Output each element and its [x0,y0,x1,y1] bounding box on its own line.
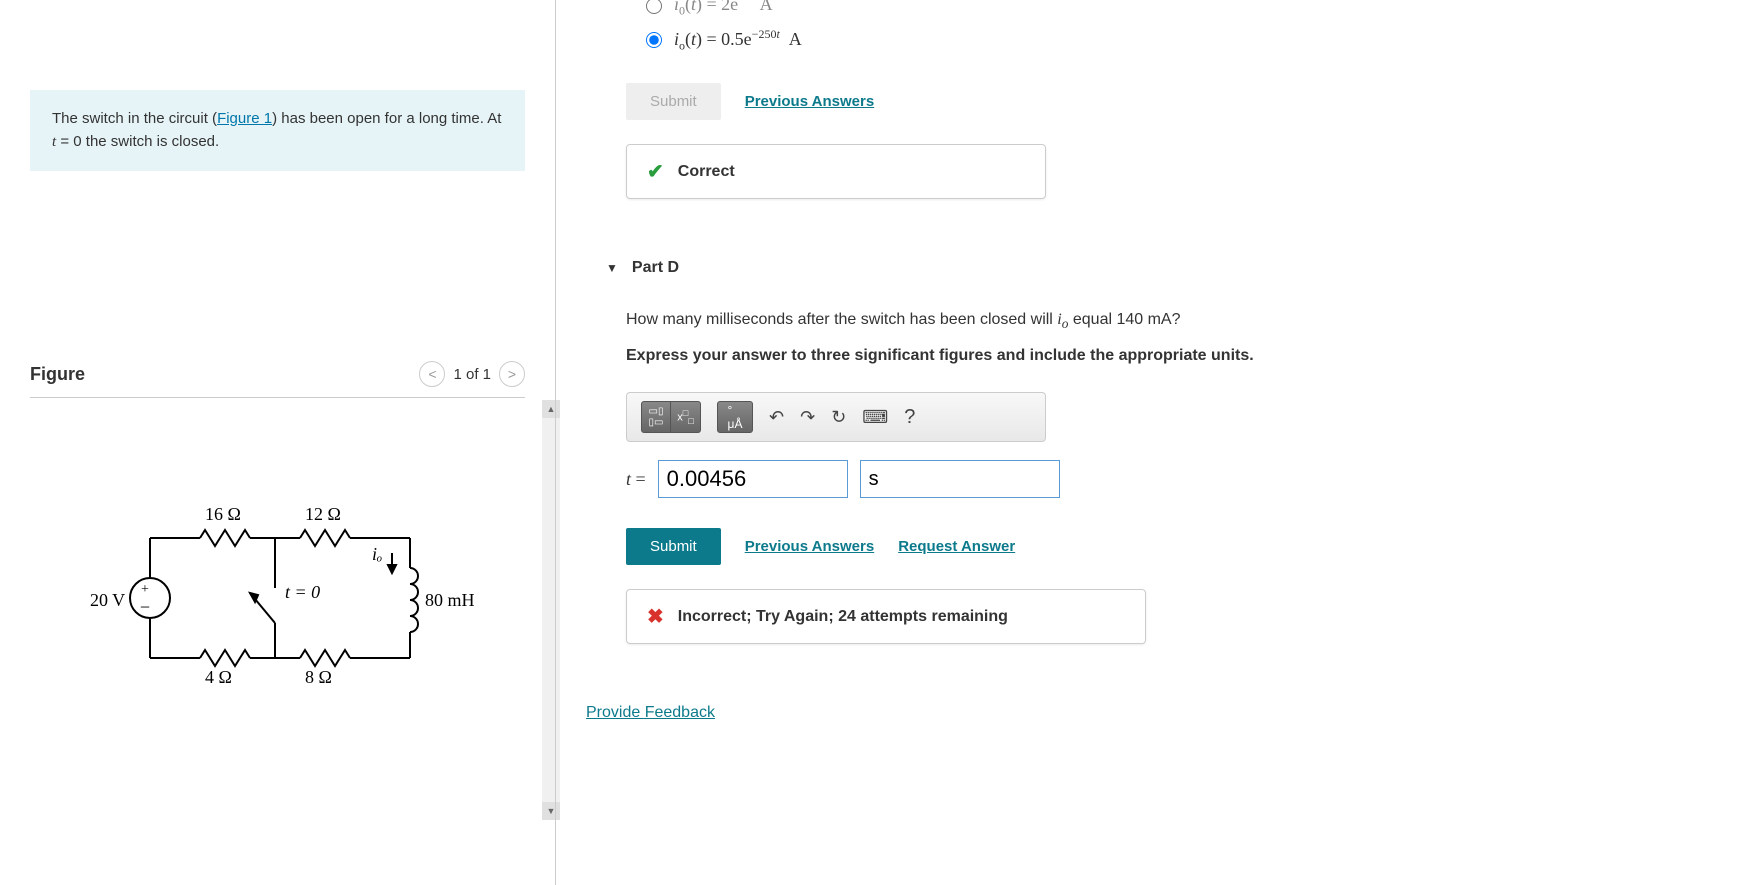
provide-feedback-link[interactable]: Provide Feedback [586,704,715,722]
submit-button-disabled: Submit [626,83,721,120]
figure-next-button[interactable]: > [499,361,525,387]
undo-icon[interactable]: ↶ [769,407,784,428]
figure-prev-button[interactable]: < [419,361,445,387]
part-d-header[interactable]: ▼ Part D [606,259,1732,277]
part-d-title: Part D [632,259,679,277]
collapse-icon: ▼ [606,261,618,275]
problem-text-1: The switch in the circuit ( [52,110,217,127]
option-truncated-radio[interactable] [646,0,662,14]
svg-text:20 V: 20 V [90,590,125,610]
reset-icon[interactable]: ↻ [831,407,846,428]
x-icon: ✖ [647,604,664,629]
correct-feedback: ✔ Correct [626,144,1046,199]
previous-answers-link-d[interactable]: Previous Answers [745,538,875,555]
incorrect-text: Incorrect; Try Again; 24 attempts remain… [678,608,1008,626]
part-d-instruction: Express your answer to three significant… [626,343,1732,369]
svg-text:t = 0: t = 0 [285,582,320,602]
option-truncated-label: i0(t) = 2e A [674,0,773,19]
script-button[interactable]: x□□ [671,401,701,433]
request-answer-link[interactable]: Request Answer [898,538,1015,555]
svg-text:16 Ω: 16 Ω [205,504,241,524]
figure-counter: 1 of 1 [453,366,491,383]
check-icon: ✔ [647,159,664,184]
svg-text:80 mH: 80 mH [425,590,475,610]
option-selected-radio[interactable] [646,32,662,48]
svg-text:4 Ω: 4 Ω [205,667,232,687]
figure-image: + − 20 V 16 Ω 12 Ω 4 Ω 8 Ω t = 0 iₒ 80 m… [30,398,525,701]
svg-text:+: + [141,582,149,597]
answer-value-input[interactable] [658,460,848,498]
help-icon[interactable]: ? [904,406,915,429]
svg-text:8 Ω: 8 Ω [305,667,332,687]
keyboard-icon[interactable]: ⌨ [862,407,888,428]
figure-link[interactable]: Figure 1 [217,110,272,127]
part-d-question: How many milliseconds after the switch h… [626,307,1732,335]
answer-toolbar: ▭▯▯▭ x□□ °μÅ ↶ ↷ ↻ ⌨ ? [626,392,1046,442]
problem-statement: The switch in the circuit (Figure 1) has… [30,90,525,171]
figure-title: Figure [30,364,85,385]
units-button[interactable]: °μÅ [717,401,753,433]
problem-text-2: ) has been open for a long time. At [272,110,501,127]
previous-answers-link-c[interactable]: Previous Answers [745,93,875,110]
redo-icon[interactable]: ↷ [800,407,815,428]
option-selected-label: io(t) = 0.5e−250t A [674,27,802,54]
svg-text:iₒ: iₒ [372,544,382,564]
svg-text:−: − [140,597,150,617]
svg-text:12 Ω: 12 Ω [305,504,341,524]
answer-unit-input[interactable] [860,460,1060,498]
incorrect-feedback: ✖ Incorrect; Try Again; 24 attempts rema… [626,589,1146,644]
submit-button[interactable]: Submit [626,528,721,565]
t-equals-label: t = [626,469,646,490]
problem-text-3: = 0 the switch is closed. [56,133,219,150]
correct-text: Correct [678,163,735,181]
templates-button[interactable]: ▭▯▯▭ [641,401,671,433]
